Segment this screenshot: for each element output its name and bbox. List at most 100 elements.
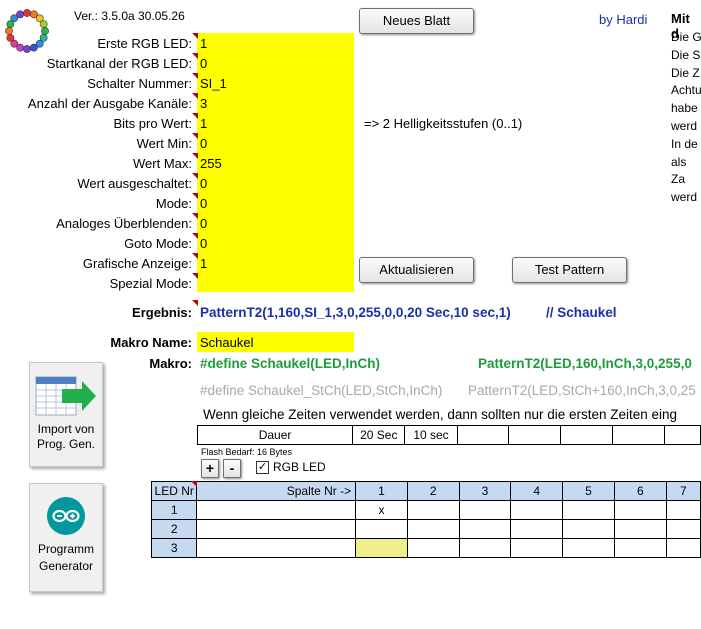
- generator-button-line2: Generator: [38, 559, 94, 573]
- result-value[interactable]: PatternT2(1,160,SI_1,3,0,255,0,0,20 Sec,…: [200, 305, 511, 320]
- field-label: Spezial Mode:: [109, 276, 192, 291]
- duration-cell[interactable]: [560, 425, 613, 445]
- import-button[interactable]: Import von Prog. Gen.: [29, 362, 103, 467]
- pattern-cell[interactable]: [665, 500, 701, 520]
- comment-marker: [192, 153, 198, 159]
- info-line: werd: [671, 190, 698, 205]
- comment-marker: [192, 33, 198, 39]
- duration-cell[interactable]: [612, 425, 665, 445]
- column-header: 2: [406, 481, 460, 501]
- remove-column-button[interactable]: -: [223, 459, 241, 478]
- refresh-button[interactable]: Aktualisieren: [359, 257, 474, 283]
- ring-dot: [39, 20, 48, 29]
- field-value[interactable]: 0: [200, 176, 207, 191]
- pattern-cell[interactable]: [406, 538, 460, 558]
- field-value[interactable]: 0: [200, 216, 207, 231]
- led-table: LED Nr Spalte Nr -> 1 2 3 4 5 6 7 1 x 2 3: [150, 481, 701, 558]
- pattern-cell[interactable]: [613, 538, 667, 558]
- field-value[interactable]: 0: [200, 56, 207, 71]
- pattern-cell[interactable]: [562, 519, 615, 539]
- duration-cell[interactable]: 10 sec: [404, 425, 458, 445]
- pattern-cell[interactable]: [510, 500, 564, 520]
- info-line: als Za: [671, 154, 687, 187]
- row-label-cell[interactable]: [196, 500, 357, 520]
- macro-name-input[interactable]: Schaukel: [200, 335, 253, 350]
- row-label-cell[interactable]: [196, 519, 357, 539]
- ring-dot: [16, 10, 25, 19]
- field-label: Mode:: [155, 196, 192, 211]
- program-generator-button[interactable]: Programm Generator: [29, 483, 103, 592]
- test-pattern-button[interactable]: Test Pattern: [512, 257, 627, 283]
- field-value[interactable]: 1: [200, 256, 207, 271]
- table-row: 3: [150, 538, 701, 558]
- ring-dot: [5, 27, 13, 35]
- author-label: by Hardi: [599, 12, 648, 27]
- hint-text: Wenn gleiche Zeiten verwendet werden, da…: [203, 407, 678, 422]
- pattern-cell[interactable]: x: [355, 500, 408, 520]
- pattern-cell[interactable]: [510, 538, 564, 558]
- ring-dot: [6, 33, 15, 42]
- row-label-cell[interactable]: [196, 538, 357, 558]
- field-value[interactable]: 0: [200, 236, 207, 251]
- comment-marker: [192, 133, 198, 139]
- pattern-cell[interactable]: [562, 500, 615, 520]
- field-label: Schalter Nummer:: [87, 76, 192, 91]
- info-line: Die S: [671, 47, 701, 62]
- pattern-cell[interactable]: [613, 500, 667, 520]
- comment-marker: [192, 53, 198, 59]
- arduino-icon: [47, 497, 85, 535]
- column-header: 6: [613, 481, 667, 501]
- pattern-cell[interactable]: [510, 519, 564, 539]
- version-label: Ver.: 3.5.0a 30.05.26: [74, 9, 185, 23]
- column-header: 4: [510, 481, 564, 501]
- result-label: Ergebnis:: [132, 305, 192, 320]
- flash-usage: Flash Bedarf: 16 Bytes: [201, 447, 293, 457]
- new-sheet-button[interactable]: Neues Blatt: [359, 8, 474, 34]
- column-header: 7: [665, 481, 701, 501]
- duration-cell[interactable]: 20 Sec: [352, 425, 406, 445]
- field-value[interactable]: 1: [200, 36, 207, 51]
- field-label: Wert Max:: [133, 156, 192, 171]
- add-column-button[interactable]: +: [201, 459, 219, 478]
- led-nr-cell: 1: [150, 500, 198, 520]
- ring-dot: [29, 43, 38, 52]
- rgb-led-checkbox[interactable]: ✓: [256, 461, 269, 474]
- field-value[interactable]: 0: [200, 196, 207, 211]
- duration-cell[interactable]: [663, 425, 701, 445]
- macro-label: Makro:: [149, 356, 192, 371]
- pattern-cell[interactable]: [406, 500, 460, 520]
- brightness-note: => 2 Helligkeitsstufen (0..1): [364, 116, 523, 131]
- pattern-cell[interactable]: [665, 538, 701, 558]
- info-line: Die Z: [671, 65, 700, 80]
- comment-marker: [192, 213, 198, 219]
- field-value[interactable]: 1: [200, 116, 207, 131]
- macro-name-label: Makro Name:: [110, 335, 192, 350]
- info-line: habe: [671, 101, 698, 116]
- pattern-cell[interactable]: [665, 519, 701, 539]
- macro-define-stch: #define Schaukel_StCh(LED,StCh,InCh): [200, 383, 443, 398]
- table-row: 1x: [150, 500, 701, 520]
- pattern-cell[interactable]: [406, 519, 460, 539]
- rgb-led-label: RGB LED: [273, 460, 326, 474]
- field-label: Wert Min:: [136, 136, 192, 151]
- column-nr-header: Spalte Nr ->: [196, 481, 357, 501]
- field-value[interactable]: 3: [200, 96, 207, 111]
- pattern-cell[interactable]: [458, 500, 512, 520]
- pattern-cell[interactable]: [458, 538, 512, 558]
- pattern-cell[interactable]: [562, 538, 615, 558]
- pattern-cell[interactable]: [458, 519, 512, 539]
- duration-cell[interactable]: [508, 425, 562, 445]
- field-label: Goto Mode:: [124, 236, 192, 251]
- field-value[interactable]: 0: [200, 136, 207, 151]
- led-nr-cell: 2: [150, 519, 198, 539]
- pattern-cell[interactable]: [613, 519, 667, 539]
- field-value[interactable]: SI_1: [200, 76, 227, 91]
- field-label: Wert ausgeschaltet:: [77, 176, 192, 191]
- field-label: Anzahl der Ausgabe Kanäle:: [27, 96, 192, 111]
- pattern-cell[interactable]: [355, 538, 408, 558]
- field-label: Erste RGB LED:: [97, 36, 192, 51]
- macro-define: #define Schaukel(LED,InCh): [200, 356, 381, 371]
- pattern-cell[interactable]: [355, 519, 408, 539]
- duration-cell[interactable]: [456, 425, 510, 445]
- field-value[interactable]: 255: [200, 156, 222, 171]
